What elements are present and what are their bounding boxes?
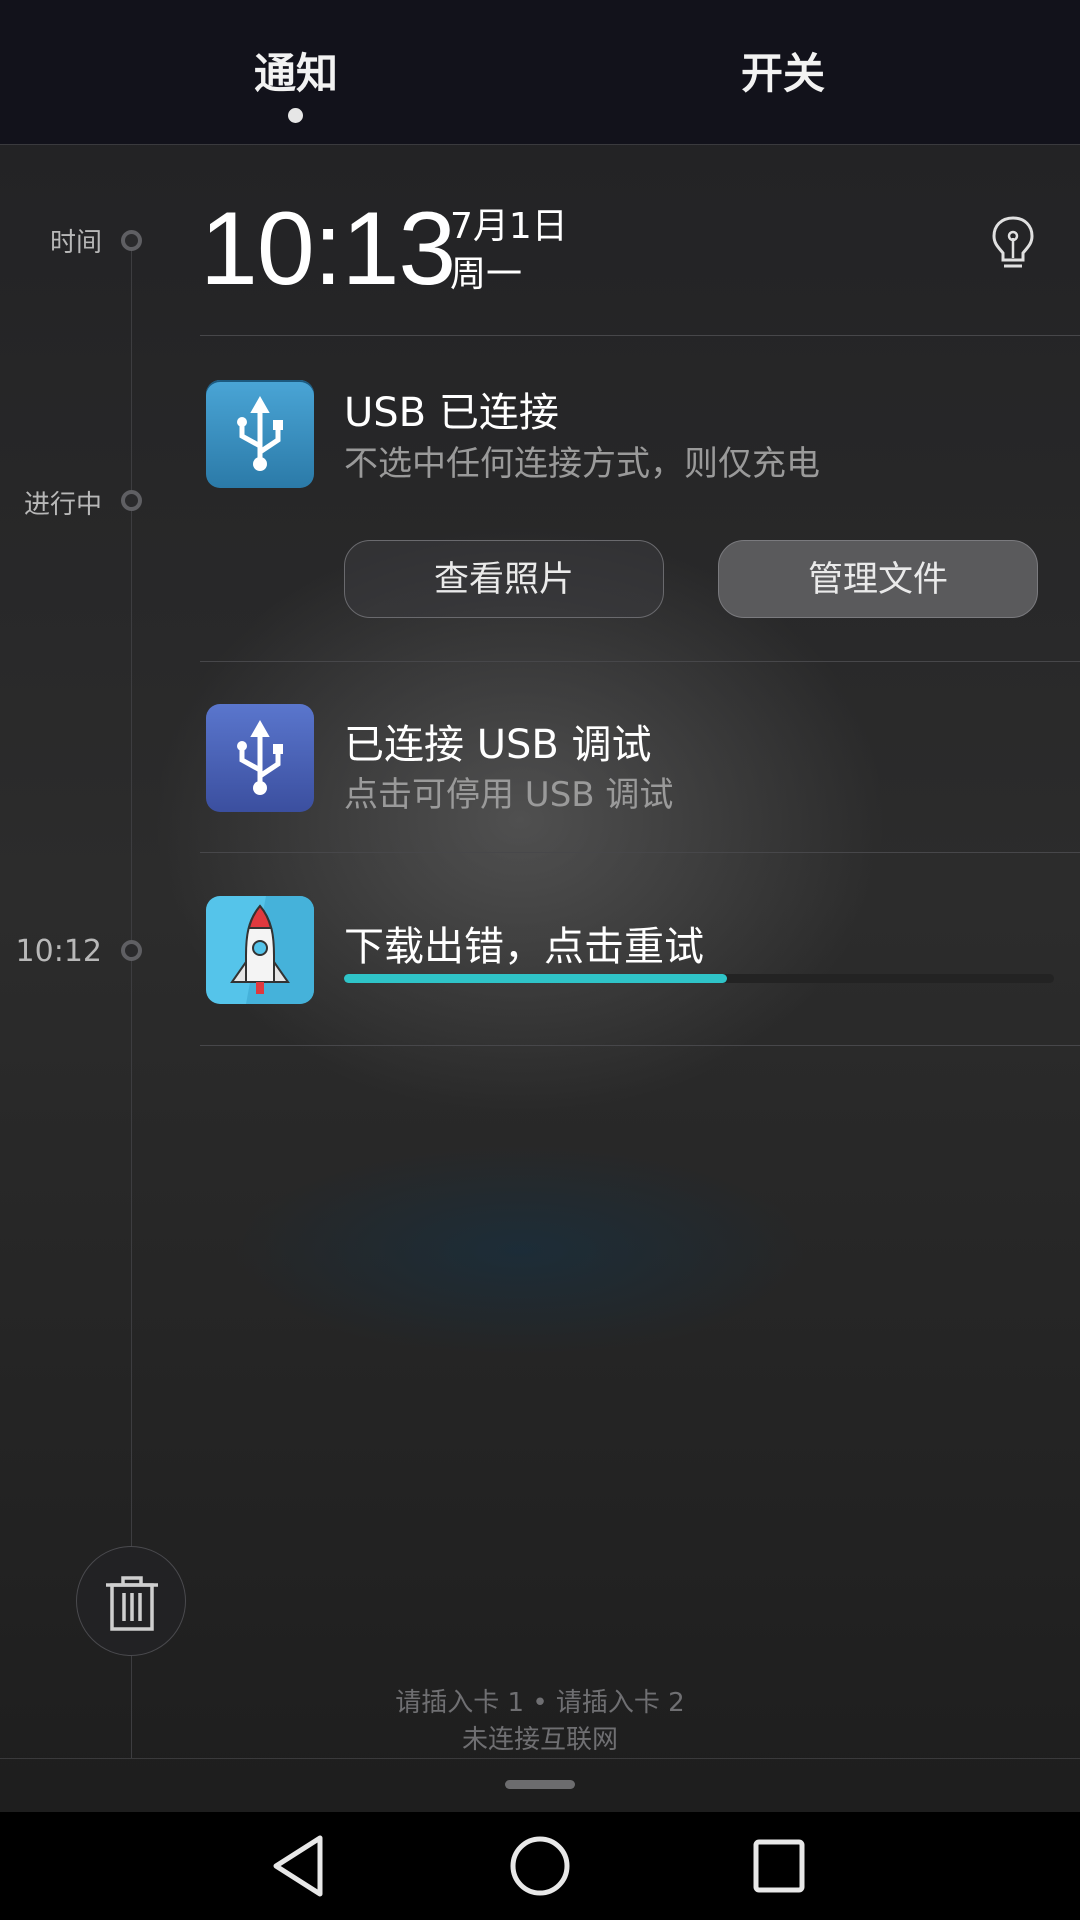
tab-bar: 通知 开关 [0,0,1080,145]
notification-subtitle: 点击可停用 USB 调试 [344,775,674,815]
download-progress-fill [344,974,728,983]
separator [200,335,1080,336]
timeline-line [131,240,132,1758]
clock-time: 10:13 [200,191,456,307]
timeline-dot [121,490,142,511]
notification-title[interactable]: 已连接 USB 调试 [344,712,652,770]
usb-icon [206,380,314,488]
separator [200,852,1080,853]
rocket-icon [206,896,314,1004]
separator [0,1758,1080,1759]
active-tab-indicator [288,108,303,123]
timeline-label-clock: 10:12 [15,934,102,969]
notification-subtitle: 不选中任何连接方式，则仅充电 [344,444,820,484]
clock-date: 7月1日 [450,206,568,247]
view-photos-button[interactable]: 查看照片 [344,540,664,618]
manage-files-button[interactable]: 管理文件 [718,540,1038,618]
separator [200,1045,1080,1046]
separator [200,661,1080,662]
usb-debug-icon [206,704,314,812]
tab-notifications[interactable]: 通知 [166,40,426,101]
back-icon[interactable] [240,1812,360,1920]
tab-switches[interactable]: 开关 [653,40,913,101]
download-progress-bar [344,974,1054,983]
notification-title[interactable]: 下载出错，点击重试 [344,914,704,972]
lightbulb-icon[interactable] [988,214,1038,274]
timeline-dot [121,230,142,251]
navigation-bar [0,1812,1080,1920]
drag-handle[interactable] [505,1780,575,1789]
notification-title[interactable]: USB 已连接 [344,380,559,438]
timeline-dot [121,940,142,961]
home-icon[interactable] [480,1812,600,1920]
network-status: 未连接互联网 [461,1725,618,1755]
recents-icon[interactable] [720,1812,840,1920]
timeline-label-time: 时间 [49,228,102,258]
trash-icon [106,1576,158,1631]
clear-all-button[interactable] [76,1546,186,1656]
timeline-label-ongoing: 进行中 [23,490,102,520]
clock-weekday: 周一 [450,254,523,295]
sim-status: 请插入卡 1 • 请插入卡 2 [395,1688,685,1718]
